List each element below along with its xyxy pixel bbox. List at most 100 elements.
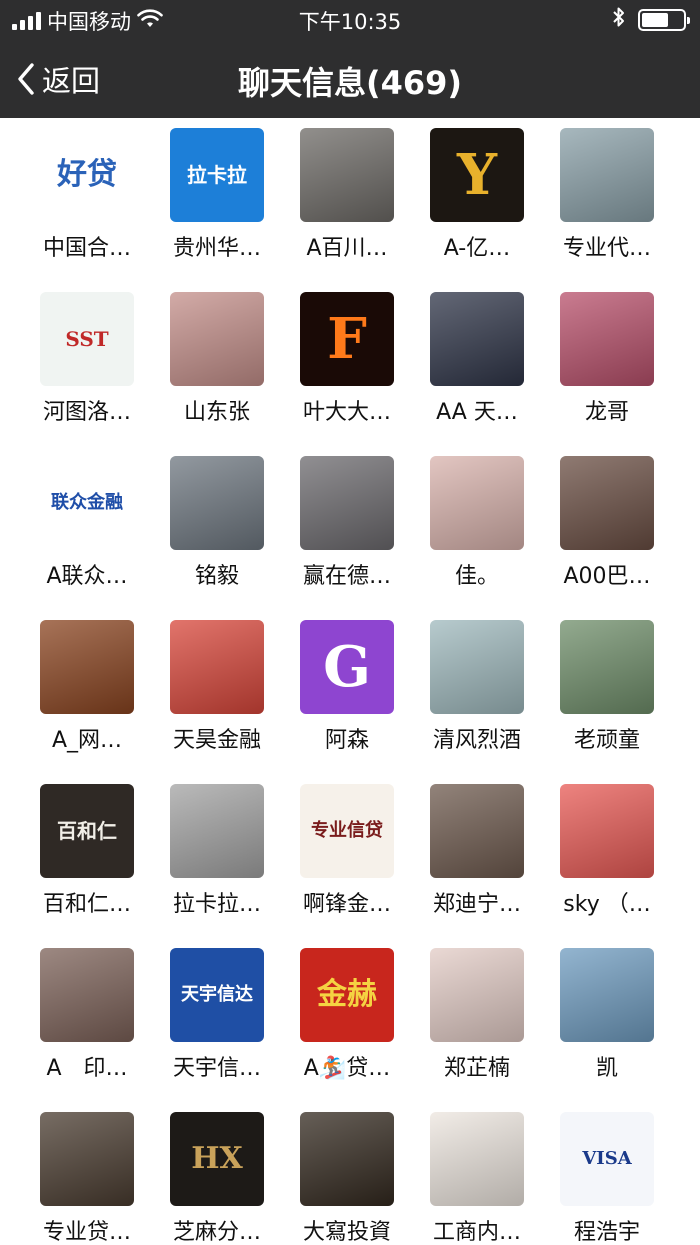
member-item[interactable]: A00巴… — [542, 448, 672, 598]
member-name: 郑迪宁… — [432, 892, 521, 917]
member-item[interactable]: 天昊金融 — [152, 612, 282, 762]
member-item[interactable]: HX 芝麻分… — [152, 1104, 282, 1245]
member-item[interactable]: SST 河图洛… — [22, 284, 152, 434]
member-item[interactable]: 清风烈酒 — [412, 612, 542, 762]
avatar-photo — [560, 292, 654, 386]
member-item[interactable]: 大寫投資 — [282, 1104, 412, 1245]
member-name: 凯 — [595, 1056, 618, 1081]
avatar-text: 好贷 — [57, 157, 117, 193]
member-name: A百川… — [306, 236, 388, 261]
clock: 下午10:35 — [298, 10, 402, 34]
battery-fill — [642, 12, 668, 27]
avatar — [430, 948, 524, 1042]
avatar: 金赫 — [300, 948, 394, 1042]
avatar: 联众金融 — [40, 456, 134, 550]
member-name: A联众… — [46, 564, 128, 589]
member-name: 河图洛… — [42, 400, 131, 425]
avatar — [40, 1112, 134, 1206]
member-item[interactable]: 铭毅 — [152, 448, 282, 598]
avatar — [300, 456, 394, 550]
avatar-photo — [170, 456, 264, 550]
bluetooth-icon — [612, 6, 626, 33]
member-name: 佳。 — [454, 564, 499, 589]
avatar-photo — [300, 128, 394, 222]
avatar-photo — [300, 456, 394, 550]
nav-bar: 返回 聊天信息(469) — [0, 38, 700, 118]
member-item[interactable]: 郑迪宁… — [412, 776, 542, 926]
avatar: 拉卡拉 — [170, 128, 264, 222]
member-name: 百和仁… — [42, 892, 131, 917]
member-item[interactable]: sky （… — [542, 776, 672, 926]
avatar — [430, 784, 524, 878]
member-item[interactable]: 凯 — [542, 940, 672, 1090]
avatar-photo — [300, 1112, 394, 1206]
member-item[interactable]: 工商内… — [412, 1104, 542, 1245]
avatar-photo — [430, 1112, 524, 1206]
avatar — [430, 1112, 524, 1206]
member-item[interactable]: AA 天… — [412, 284, 542, 434]
avatar — [170, 292, 264, 386]
member-name: 贵州华… — [172, 236, 261, 261]
member-item[interactable]: 郑芷楠 — [412, 940, 542, 1090]
member-name: 拉卡拉… — [172, 892, 261, 917]
avatar — [560, 948, 654, 1042]
avatar: 好贷 — [40, 128, 134, 222]
member-name: 专业代… — [562, 236, 651, 261]
member-item[interactable]: G 阿森 — [282, 612, 412, 762]
avatar-text: HX — [191, 1141, 243, 1177]
avatar-photo — [560, 784, 654, 878]
member-name: 天昊金融 — [172, 728, 261, 753]
avatar — [300, 128, 394, 222]
member-item[interactable]: 专业信贷啊锋金… — [282, 776, 412, 926]
avatar: Y — [430, 128, 524, 222]
member-item[interactable]: 老顽童 — [542, 612, 672, 762]
member-item[interactable]: 拉卡拉… — [152, 776, 282, 926]
member-name: 专业贷… — [42, 1220, 131, 1245]
member-name: 啊锋金… — [302, 892, 391, 917]
avatar-photo — [430, 784, 524, 878]
member-item[interactable]: 山东张 — [152, 284, 282, 434]
avatar-photo — [170, 784, 264, 878]
avatar — [170, 620, 264, 714]
avatar-photo — [560, 948, 654, 1042]
avatar — [40, 948, 134, 1042]
status-bar: 中国移动 下午10:35 — [0, 0, 700, 38]
member-name: AA 天… — [436, 400, 518, 425]
avatar-text: 天宇信达 — [181, 983, 253, 1005]
member-name: 工商内… — [432, 1220, 521, 1245]
avatar — [560, 292, 654, 386]
member-name: 山东张 — [183, 400, 250, 425]
member-item[interactable]: Y A-亿… — [412, 120, 542, 270]
member-item[interactable]: 联众金融 A联众… — [22, 448, 152, 598]
member-name: 天宇信… — [172, 1056, 261, 1081]
member-name: 铭毅 — [194, 564, 239, 589]
member-item[interactable]: 天宇信达天宇信… — [152, 940, 282, 1090]
member-item[interactable]: 金赫 A🏂贷… — [282, 940, 412, 1090]
avatar — [560, 620, 654, 714]
member-item[interactable]: 专业代… — [542, 120, 672, 270]
member-item[interactable]: 赢在德… — [282, 448, 412, 598]
member-item[interactable]: VISA 程浩宇 — [542, 1104, 672, 1245]
member-name: 程浩宇 — [573, 1220, 640, 1245]
avatar-text: G — [323, 633, 371, 700]
member-name: A-亿… — [443, 236, 511, 261]
avatar-text: SST — [65, 326, 109, 351]
member-item[interactable]: 百和仁百和仁… — [22, 776, 152, 926]
avatar-photo — [560, 620, 654, 714]
member-item[interactable]: A百川… — [282, 120, 412, 270]
member-item[interactable]: 专业贷… — [22, 1104, 152, 1245]
avatar — [300, 1112, 394, 1206]
avatar-text: 专业信贷 — [311, 819, 383, 841]
member-item[interactable]: 好贷 中国合… — [22, 120, 152, 270]
member-item[interactable]: A_网… — [22, 612, 152, 762]
member-item[interactable]: 龙哥 — [542, 284, 672, 434]
member-name: A🏂贷… — [303, 1056, 391, 1081]
member-name: 龙哥 — [584, 400, 629, 425]
member-item[interactable]: 拉卡拉贵州华… — [152, 120, 282, 270]
avatar-photo — [40, 1112, 134, 1206]
member-item[interactable]: F 叶大大… — [282, 284, 412, 434]
member-item[interactable]: A 印… — [22, 940, 152, 1090]
member-item[interactable]: 佳。 — [412, 448, 542, 598]
battery-icon — [638, 8, 690, 31]
avatar-text: 百和仁 — [57, 818, 117, 843]
